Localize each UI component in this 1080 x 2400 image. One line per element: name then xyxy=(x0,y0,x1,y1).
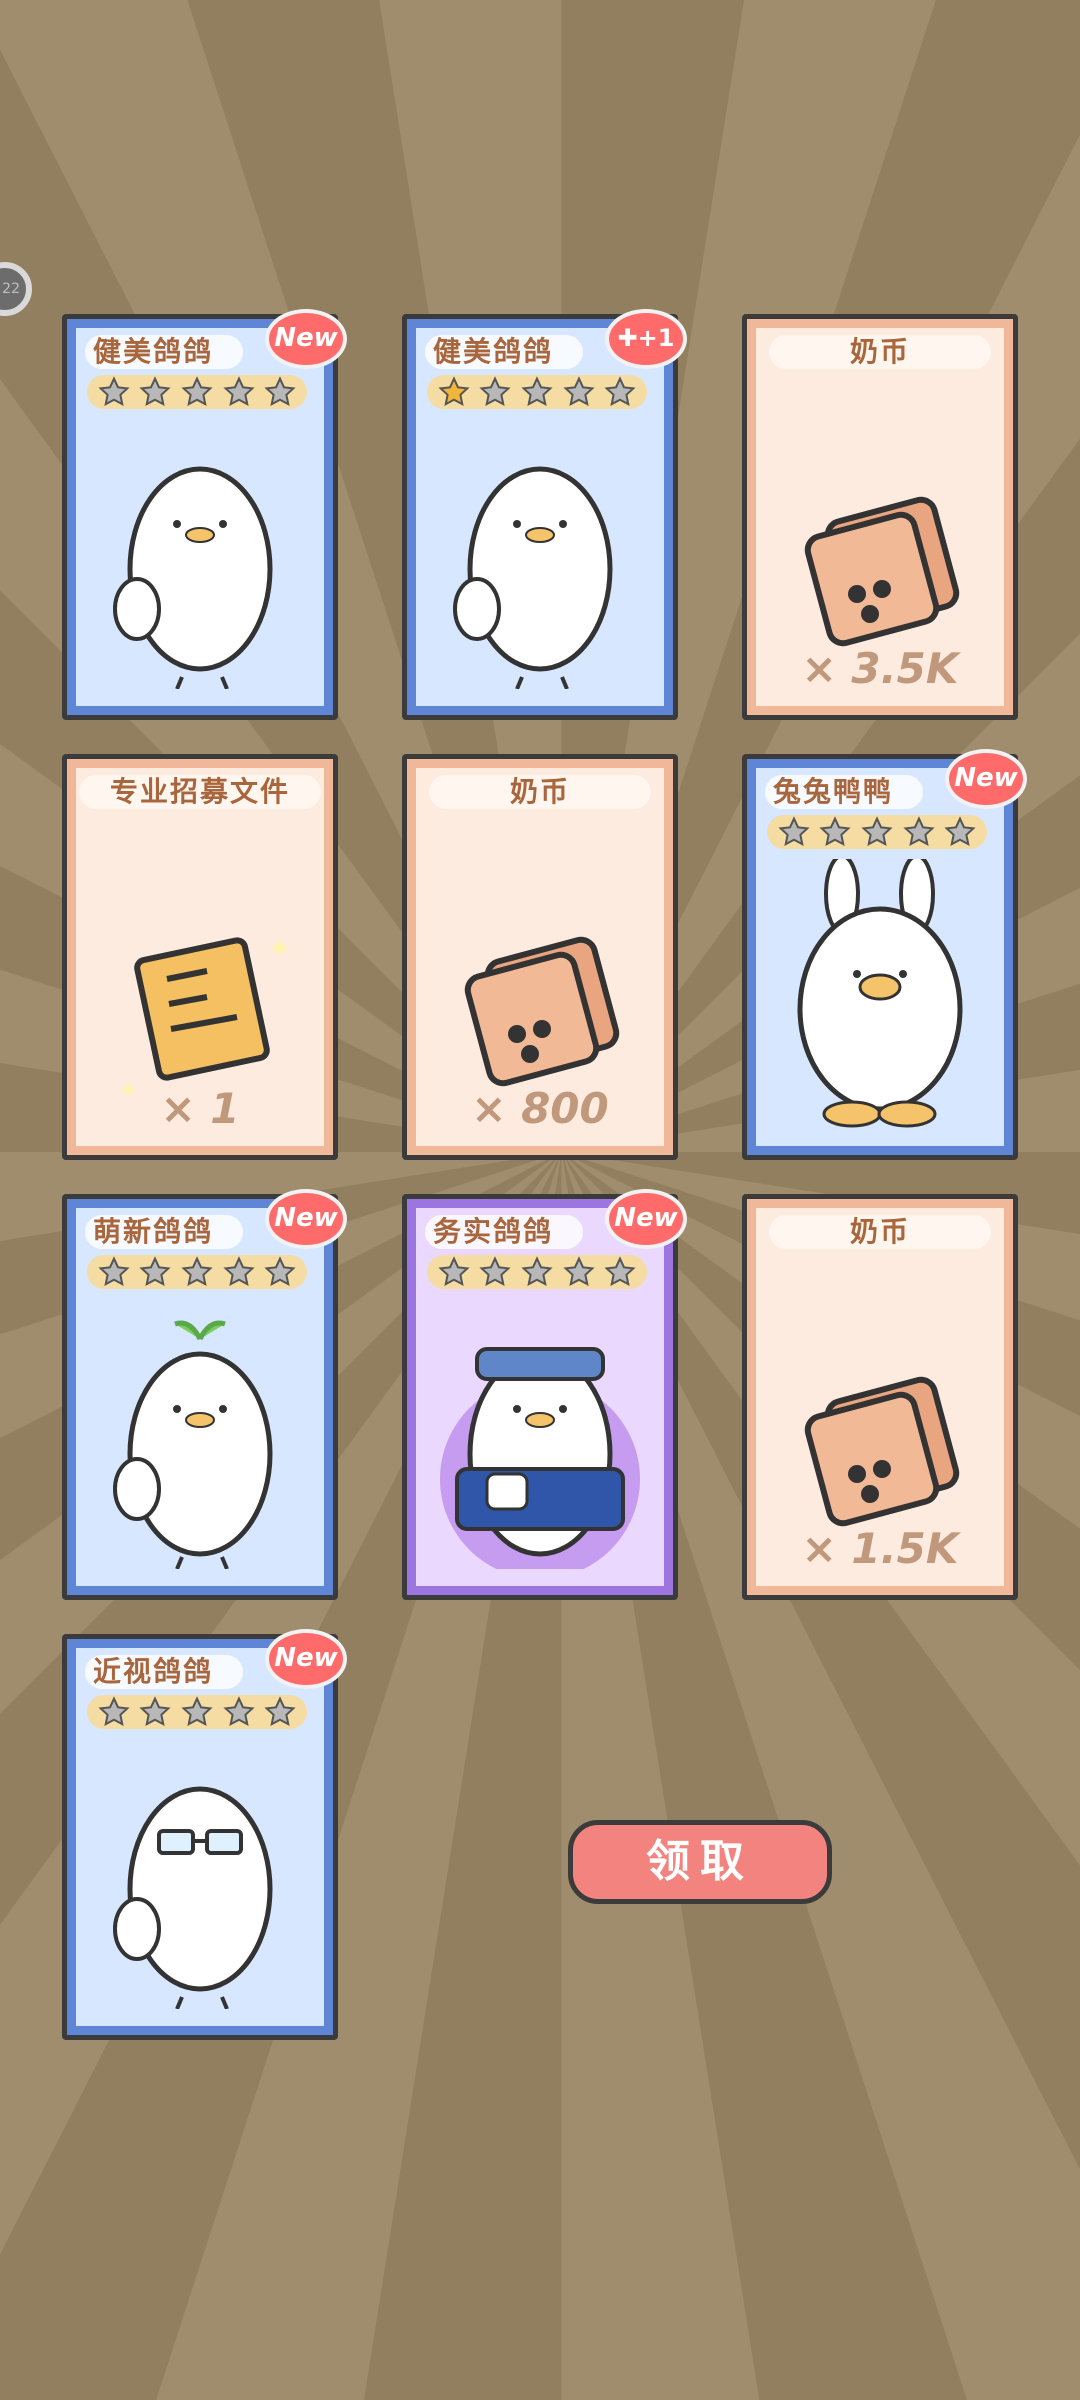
card-name: 奶币 xyxy=(429,775,651,809)
card-name: 务实鸽鸽 xyxy=(425,1215,583,1249)
reward-card-4[interactable]: 专业招募文件 ✦ ✦ × 1 xyxy=(62,754,338,1160)
star-rating xyxy=(767,815,987,849)
star-empty-icon xyxy=(902,816,935,847)
star-empty-icon xyxy=(222,376,255,407)
star-empty-icon xyxy=(604,1256,636,1287)
new-badge: New xyxy=(265,1189,347,1249)
star-rating xyxy=(87,375,307,409)
star-rating xyxy=(87,1695,307,1729)
star-rating xyxy=(427,375,647,409)
reward-card-10[interactable]: 近视鸽鸽 New xyxy=(62,1629,347,2040)
reward-card-6[interactable]: 兔兔鸭鸭 New xyxy=(742,749,1027,1160)
card-name: 近视鸽鸽 xyxy=(85,1655,243,1689)
star-empty-icon xyxy=(944,816,976,847)
glasses-pigeon-character-icon xyxy=(113,1786,273,2009)
star-empty-icon xyxy=(222,1696,255,1727)
reward-card-5[interactable]: 奶币 × 800 xyxy=(402,754,678,1160)
new-badge: New xyxy=(945,749,1027,809)
star-empty-icon xyxy=(521,1256,553,1287)
star-empty-icon xyxy=(98,376,130,407)
star-empty-icon xyxy=(861,816,893,847)
reward-card-1[interactable]: 健美鸽鸽 New xyxy=(62,309,347,720)
star-empty-icon xyxy=(819,816,852,847)
card-name: 奶币 xyxy=(769,335,991,369)
reward-quantity: × 800 xyxy=(471,1084,609,1133)
star-empty-icon xyxy=(438,1256,470,1287)
pigeon-character-icon xyxy=(453,466,613,689)
star-empty-icon xyxy=(139,1256,172,1287)
star-rating xyxy=(87,1255,307,1289)
star-empty-icon xyxy=(181,376,213,407)
sprout-pigeon-character-icon xyxy=(113,1320,273,1569)
reward-card-7[interactable]: 萌新鸽鸽 New xyxy=(62,1189,347,1600)
star-filled-icon xyxy=(438,376,470,407)
reward-card-2[interactable]: 健美鸽鸽 ✚+1 xyxy=(402,309,687,720)
reward-card-9[interactable]: 奶币 × 1.5K xyxy=(742,1194,1018,1600)
card-name: 专业招募文件 xyxy=(79,775,321,809)
new-badge: New xyxy=(605,1189,687,1249)
star-empty-icon xyxy=(181,1256,213,1287)
reward-quantity: × 3.5K xyxy=(801,644,959,693)
star-empty-icon xyxy=(562,376,595,407)
reward-card-8[interactable]: 务实鸽鸽 New xyxy=(402,1189,687,1600)
star-empty-icon xyxy=(264,1256,296,1287)
card-name: 奶币 xyxy=(769,1215,991,1249)
new-badge: New xyxy=(265,1629,347,1689)
star-empty-icon xyxy=(778,816,810,847)
card-name: 健美鸽鸽 xyxy=(425,335,583,369)
card-name: 萌新鸽鸽 xyxy=(85,1215,243,1249)
puzzle-piece-badge: ✚+1 xyxy=(605,309,687,369)
star-empty-icon xyxy=(222,1256,255,1287)
new-badge: New xyxy=(265,309,347,369)
star-empty-icon xyxy=(264,1696,296,1727)
reward-card-3[interactable]: 奶币 × 3.5K xyxy=(742,314,1018,720)
claim-button[interactable]: 领取 xyxy=(568,1820,832,1904)
star-empty-icon xyxy=(562,1256,595,1287)
bunny-duck-character-icon xyxy=(797,859,963,1128)
svg-text:✦: ✦ xyxy=(267,932,292,967)
star-empty-icon xyxy=(98,1696,130,1727)
pigeon-character-icon xyxy=(113,466,273,689)
star-empty-icon xyxy=(139,376,172,407)
star-empty-icon xyxy=(264,376,296,407)
card-name: 兔兔鸭鸭 xyxy=(765,775,923,809)
star-rating xyxy=(427,1255,647,1289)
star-empty-icon xyxy=(521,376,553,407)
reward-quantity: × 1 xyxy=(160,1084,240,1133)
star-empty-icon xyxy=(604,376,636,407)
worker-pigeon-character-icon xyxy=(440,1347,640,1569)
star-empty-icon xyxy=(98,1256,130,1287)
card-name: 健美鸽鸽 xyxy=(85,335,243,369)
reward-quantity: × 1.5K xyxy=(801,1524,959,1573)
piece-count: +1 xyxy=(637,324,675,352)
star-empty-icon xyxy=(479,1256,512,1287)
star-empty-icon xyxy=(181,1696,213,1727)
star-empty-icon xyxy=(479,376,512,407)
star-empty-icon xyxy=(139,1696,172,1727)
